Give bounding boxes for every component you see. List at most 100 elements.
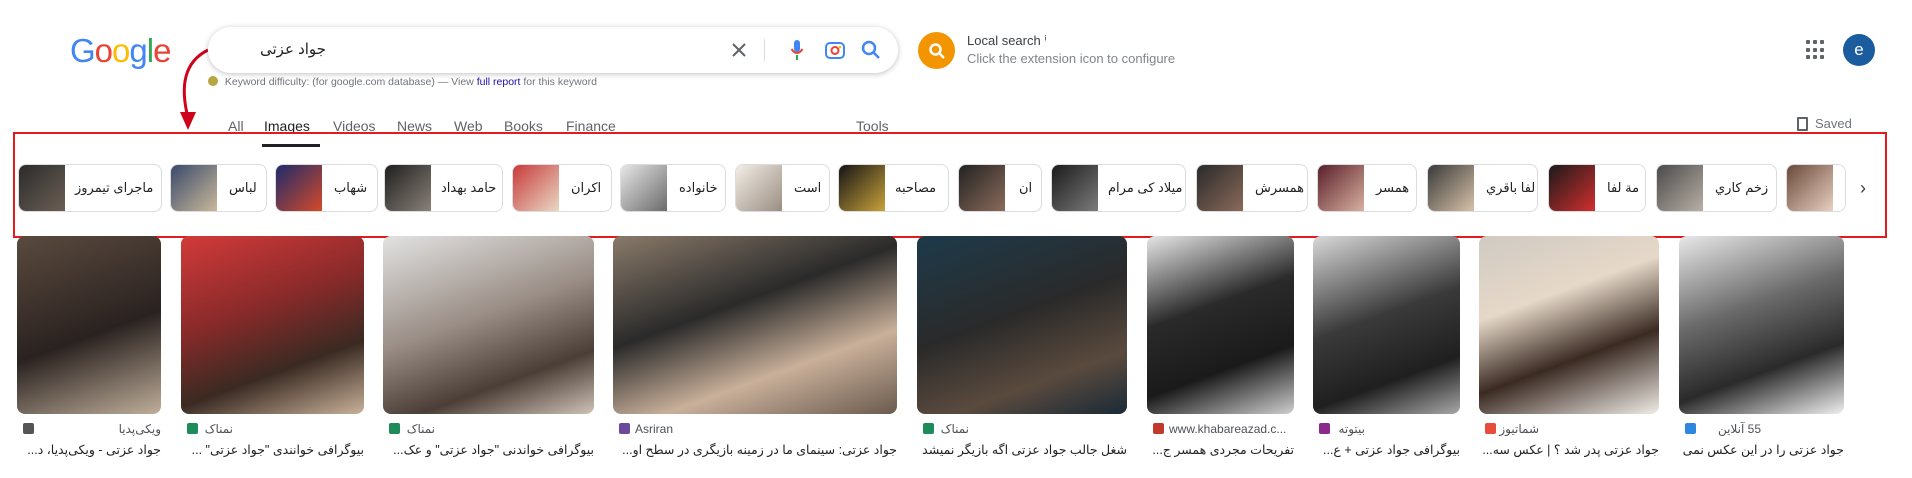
chip-thumbnail (513, 165, 559, 211)
chip-thumbnail (1052, 165, 1098, 211)
result-title[interactable]: جواد عزتی: سینمای ما در زمینه بازیگری در… (613, 442, 897, 457)
chip-label: میلاد کی مرام (1108, 180, 1183, 195)
search-divider (764, 39, 765, 61)
chip-5[interactable]: خانواده (620, 164, 726, 212)
result-source[interactable]: www.khabareazad.c... (1169, 422, 1286, 436)
chip-thumbnail (1197, 165, 1243, 211)
chip-thumbnail (959, 165, 1005, 211)
chip-thumbnail (1428, 165, 1474, 211)
chip-label: همسر (1376, 180, 1410, 195)
chip-thumbnail (1549, 165, 1595, 211)
keyword-mid: (for google.com database) — View (312, 76, 474, 88)
result-thumbnail[interactable] (613, 236, 897, 414)
logo-letter: o (94, 32, 113, 69)
chip-2[interactable]: شهاب (275, 164, 378, 212)
logo-letter: G (70, 32, 96, 69)
full-report-link[interactable]: full report (477, 76, 521, 88)
chip-15[interactable] (1786, 164, 1846, 212)
result-source[interactable]: نمناک (203, 422, 233, 436)
chip-label: ان (1019, 180, 1033, 195)
result-thumbnail[interactable] (1679, 236, 1844, 414)
chip-thumbnail (1318, 165, 1364, 211)
result-thumbnail[interactable] (383, 236, 594, 414)
extension-search-icon[interactable] (918, 32, 955, 69)
clear-icon[interactable] (726, 37, 752, 63)
chip-13[interactable]: مة لفا (1548, 164, 1646, 212)
result-title[interactable]: جواد عزتی - ویکی‌پدیا، د... (17, 442, 161, 457)
chip-thumbnail (736, 165, 782, 211)
chip-12[interactable]: لفا باقري (1427, 164, 1538, 212)
result-title[interactable]: جواد عزتی پدر شد ؟ | عکس سه... (1479, 442, 1659, 457)
result-source[interactable]: ویکی‌پدیا (39, 422, 161, 436)
result-source[interactable]: 55 آنلاین (1701, 422, 1761, 436)
result-source[interactable]: بیتوته (1335, 422, 1365, 436)
camera-lens-icon[interactable] (822, 37, 848, 63)
chip-0[interactable]: ماجرای تیمروز (18, 164, 162, 212)
chip-6[interactable]: است (735, 164, 830, 212)
result-title[interactable]: بیوگرافی خواندنی "جواد عزتی" و عک... (383, 442, 594, 457)
chevron-right-icon[interactable]: › (1860, 178, 1866, 199)
chip-label: است (794, 180, 822, 195)
search-box[interactable]: جواد عزتی (208, 27, 898, 73)
result-thumbnail[interactable] (1313, 236, 1460, 414)
chip-label: زخم كاري (1715, 180, 1769, 195)
site-favicon (1319, 423, 1330, 434)
chip-9[interactable]: میلاد کی مرام (1051, 164, 1186, 212)
result-thumbnail[interactable] (917, 236, 1127, 414)
google-logo[interactable]: Google (70, 32, 171, 70)
result-thumbnail[interactable] (1147, 236, 1294, 414)
site-favicon (187, 423, 198, 434)
result-source[interactable]: شماتیوز (1499, 422, 1539, 436)
chip-11[interactable]: همسر (1317, 164, 1417, 212)
chip-thumbnail (385, 165, 431, 211)
chip-thumbnail (839, 165, 885, 211)
site-favicon (1153, 423, 1164, 434)
logo-letter: o (112, 32, 130, 69)
chip-label: خانواده (679, 180, 718, 195)
site-favicon (1685, 423, 1696, 434)
result-thumbnail[interactable] (17, 236, 161, 414)
site-favicon (1485, 423, 1496, 434)
result-source[interactable]: Asriran (635, 422, 673, 436)
site-favicon (619, 423, 630, 434)
result-title[interactable]: شغل جالب جواد عزتی اگه بازیگر نمیشد (917, 442, 1127, 457)
microphone-icon[interactable] (784, 37, 810, 63)
search-icon[interactable] (858, 37, 884, 63)
chip-4[interactable]: اکران (512, 164, 612, 212)
chip-label: مة لفا (1607, 180, 1640, 195)
chip-thumbnail (19, 165, 65, 211)
chip-7[interactable]: مصاحبه (838, 164, 949, 212)
result-title[interactable]: تفریحات مجردی همسر ج... (1147, 442, 1294, 457)
account-avatar[interactable]: e (1843, 34, 1875, 66)
chip-8[interactable]: ان (958, 164, 1042, 212)
chip-1[interactable]: لباس (170, 164, 267, 212)
keyword-suffix: for this keyword (523, 76, 597, 88)
chip-14[interactable]: زخم كاري (1656, 164, 1777, 212)
search-input[interactable]: جواد عزتی (260, 40, 326, 58)
logo-letter: g (129, 32, 147, 69)
result-source[interactable]: نمناک (405, 422, 435, 436)
keyword-prefix: Keyword difficulty: (224, 76, 310, 88)
chip-thumbnail (1787, 165, 1833, 211)
keyword-difficulty-bar: Keyword difficulty: (for google.com data… (208, 76, 597, 88)
result-title[interactable]: بیوگرافی جواد عزتی + ع... (1313, 442, 1460, 457)
result-thumbnail[interactable] (181, 236, 364, 414)
chip-10[interactable]: همسرش (1196, 164, 1308, 212)
chip-thumbnail (171, 165, 217, 211)
chip-thumbnail (1657, 165, 1703, 211)
result-title[interactable]: جواد عزتی را در این عکس نمی شنا... (1679, 442, 1844, 457)
chip-thumbnail (276, 165, 322, 211)
result-source[interactable]: نمناک (939, 422, 969, 436)
chip-label: حامد بهداد (441, 180, 497, 195)
extension-subtitle: Click the extension icon to configure (967, 51, 1176, 66)
result-title[interactable]: بیوگرافی خوانندی "جواد عزتی" ... (181, 442, 364, 457)
chip-3[interactable]: حامد بهداد (384, 164, 503, 212)
chip-label: اکران (571, 180, 602, 195)
saved-link[interactable]: Saved (1815, 116, 1852, 131)
result-thumbnail[interactable] (1479, 236, 1659, 414)
chip-label: لباس (229, 180, 257, 195)
bookmark-icon[interactable] (1797, 117, 1808, 131)
apps-grid-icon[interactable] (1806, 40, 1826, 60)
chip-label: مصاحبه (895, 180, 937, 195)
chip-label: لفا باقري (1486, 180, 1536, 195)
